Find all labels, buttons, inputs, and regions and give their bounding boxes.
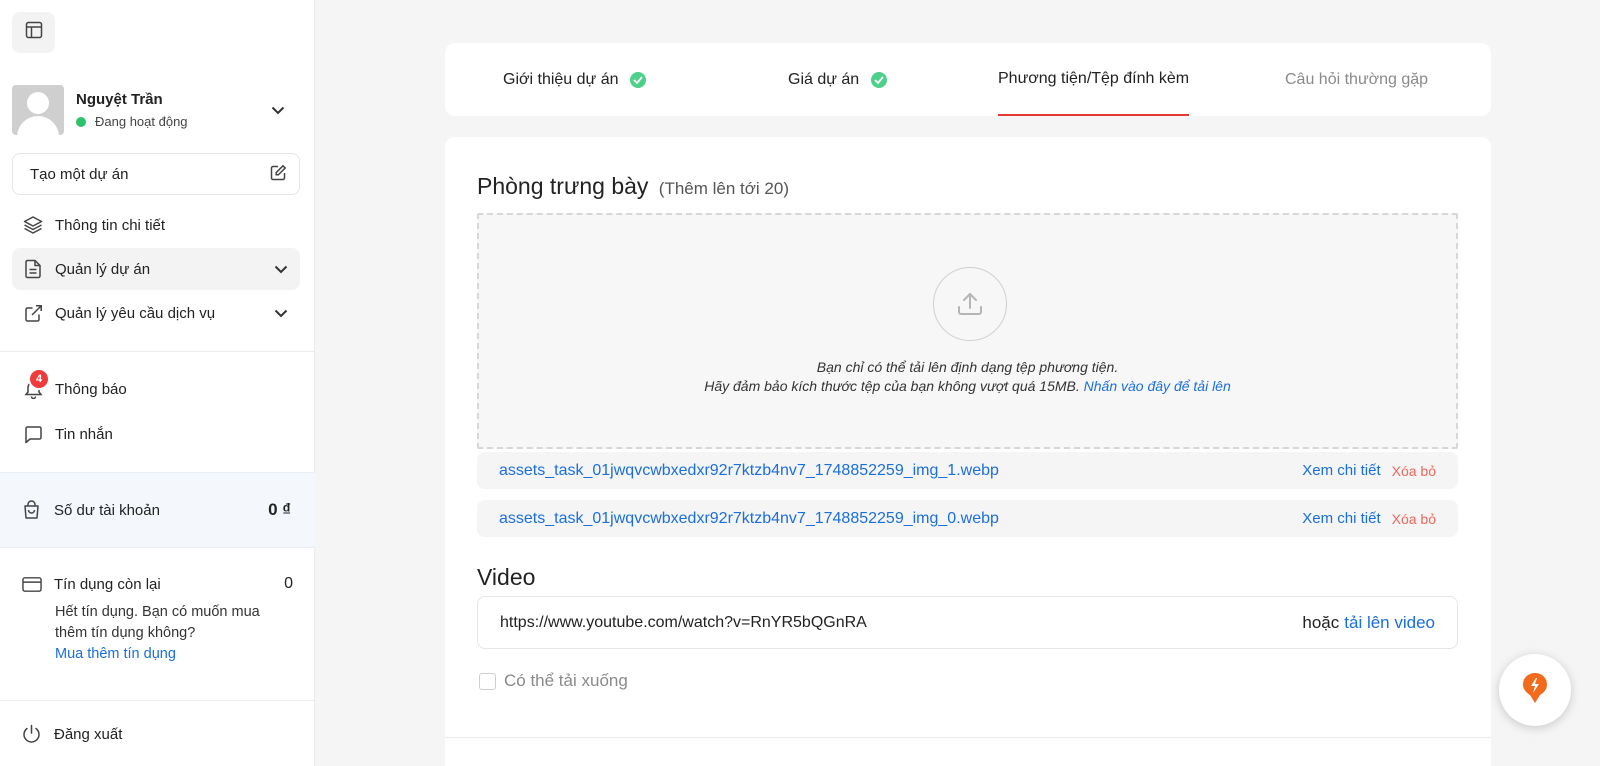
delete-button[interactable]: Xóa bỏ xyxy=(1392,511,1436,527)
tab-label: Giá dự án xyxy=(788,70,860,88)
document-icon xyxy=(23,259,43,279)
upload-dropzone[interactable]: Bạn chỉ có thể tải lên định dạng tệp phư… xyxy=(477,213,1458,449)
credit-card-icon xyxy=(22,576,42,593)
list-item: assets_task_01jwqvcwbxedxr92r7ktzb4nv7_1… xyxy=(477,452,1458,489)
chevron-down-icon[interactable] xyxy=(268,106,288,115)
video-url-field[interactable]: https://www.youtube.com/watch?v=RnYR5bQG… xyxy=(477,596,1458,649)
remaining-credit: Tín dụng còn lại 0 Hết tín dụng. Bạn có … xyxy=(22,575,293,665)
upload-icon xyxy=(933,267,1007,341)
external-link-icon xyxy=(23,303,43,323)
user-status: Đang hoạt động xyxy=(95,114,188,129)
chevron-down-icon xyxy=(274,261,288,278)
notification-count-badge: 4 xyxy=(28,368,50,390)
balance-value: 0 ₫ xyxy=(268,500,291,519)
logout-label: Đăng xuất xyxy=(54,725,123,743)
sidebar-item-label: Thông báo xyxy=(55,380,127,398)
sidebar-item-label: Quản lý yêu cầu dịch vụ xyxy=(55,304,216,322)
sidebar-item-messages[interactable]: Tin nhắn xyxy=(12,413,300,455)
sidebar-item-project-management[interactable]: Quản lý dự án xyxy=(12,248,300,290)
tab-label: Phương tiện/Tệp đính kèm xyxy=(998,69,1190,87)
credit-message: Hết tín dụng. Bạn có muốn mua thêm tín d… xyxy=(55,604,260,641)
divider xyxy=(0,351,315,352)
tab-faq[interactable]: Câu hỏi thường gặp xyxy=(1285,43,1428,116)
sidebar-item-label: Quản lý dự án xyxy=(55,260,151,278)
tab-label: Câu hỏi thường gặp xyxy=(1285,70,1429,88)
divider xyxy=(0,700,315,701)
tab-project-intro[interactable]: Giới thiệu dự án xyxy=(503,43,647,116)
upload-video-link[interactable]: tải lên video xyxy=(1344,613,1435,633)
user-name: Nguyệt Trần xyxy=(76,91,163,108)
buy-credit-link[interactable]: Mua thêm tín dụng xyxy=(55,644,293,665)
credit-label: Tín dụng còn lại xyxy=(54,575,161,593)
media-form-card: Phòng trưng bày (Thêm lên tới 20) Bạn ch… xyxy=(445,137,1491,766)
account-balance[interactable]: Số dư tài khoản 0 ₫ xyxy=(0,472,315,548)
sidebar-item-label: Tin nhắn xyxy=(55,425,113,443)
logout-button[interactable]: Đăng xuất xyxy=(22,724,122,744)
layout-icon xyxy=(25,21,43,44)
shopping-bag-icon xyxy=(22,500,42,520)
gallery-title: Phòng trưng bày xyxy=(477,173,649,199)
avatar xyxy=(12,85,64,135)
view-details-button[interactable]: Xem chi tiết xyxy=(1302,462,1380,479)
delete-button[interactable]: Xóa bỏ xyxy=(1392,463,1436,479)
file-name-link[interactable]: assets_task_01jwqvcwbxedxr92r7ktzb4nv7_1… xyxy=(499,462,1302,480)
user-profile[interactable]: Nguyệt Trần Đang hoạt động xyxy=(12,85,300,135)
power-icon xyxy=(22,724,42,744)
tab-label: Giới thiệu dự án xyxy=(503,70,619,88)
project-step-tabs: Giới thiệu dự án Giá dự án Phương tiện/T… xyxy=(445,43,1491,116)
layout-toggle-button[interactable] xyxy=(12,12,55,53)
credit-value: 0 xyxy=(284,575,293,592)
gallery-limit-hint: (Thêm lên tới 20) xyxy=(658,179,789,198)
tab-media-attachments[interactable]: Phương tiện/Tệp đính kèm xyxy=(998,43,1190,116)
file-name-link[interactable]: assets_task_01jwqvcwbxedxr92r7ktzb4nv7_1… xyxy=(499,510,1302,528)
sidebar-item-details[interactable]: Thông tin chi tiết xyxy=(12,204,300,246)
layers-icon xyxy=(23,215,43,235)
sidebar-item-service-requests[interactable]: Quản lý yêu cầu dịch vụ xyxy=(12,292,300,334)
message-icon xyxy=(23,424,43,444)
sidebar-item-label: Thông tin chi tiết xyxy=(55,216,166,234)
chevron-down-icon xyxy=(274,305,288,322)
list-item: assets_task_01jwqvcwbxedxr92r7ktzb4nv7_1… xyxy=(477,500,1458,537)
dropzone-format-note: Bạn chỉ có thể tải lên định dạng tệp phư… xyxy=(816,359,1119,375)
sidebar: Nguyệt Trần Đang hoạt động Tạo một dự án… xyxy=(0,0,315,766)
downloadable-label: Có thể tải xuống xyxy=(504,671,628,690)
video-heading: Video xyxy=(477,564,536,590)
online-status-dot xyxy=(76,116,86,127)
downloadable-option[interactable]: Có thể tải xuống xyxy=(479,671,628,691)
dropzone-size-note: Hãy đảm bảo kích thước tệp của bạn không… xyxy=(704,378,1080,394)
tab-project-price[interactable]: Giá dự án xyxy=(788,43,888,116)
edit-icon xyxy=(270,164,287,185)
downloadable-checkbox[interactable] xyxy=(479,672,496,690)
check-circle-icon xyxy=(871,71,888,88)
view-details-button[interactable]: Xem chi tiết xyxy=(1302,510,1380,527)
balance-label: Số dư tài khoản xyxy=(54,501,160,519)
click-to-upload-link[interactable]: Nhấn vào đây để tải lên xyxy=(1084,378,1231,394)
check-circle-icon xyxy=(630,71,647,88)
support-chat-button[interactable] xyxy=(1499,654,1571,726)
sidebar-item-notifications[interactable]: Thông báo xyxy=(12,368,300,410)
or-label: hoặc xyxy=(1302,612,1340,632)
gallery-heading: Phòng trưng bày (Thêm lên tới 20) xyxy=(477,173,789,200)
create-project-label: Tạo một dự án xyxy=(30,165,129,183)
video-url-input[interactable]: https://www.youtube.com/watch?v=RnYR5bQG… xyxy=(500,614,1302,632)
create-project-button[interactable]: Tạo một dự án xyxy=(12,153,300,195)
brand-logo-icon xyxy=(1520,671,1550,710)
divider xyxy=(445,737,1491,738)
